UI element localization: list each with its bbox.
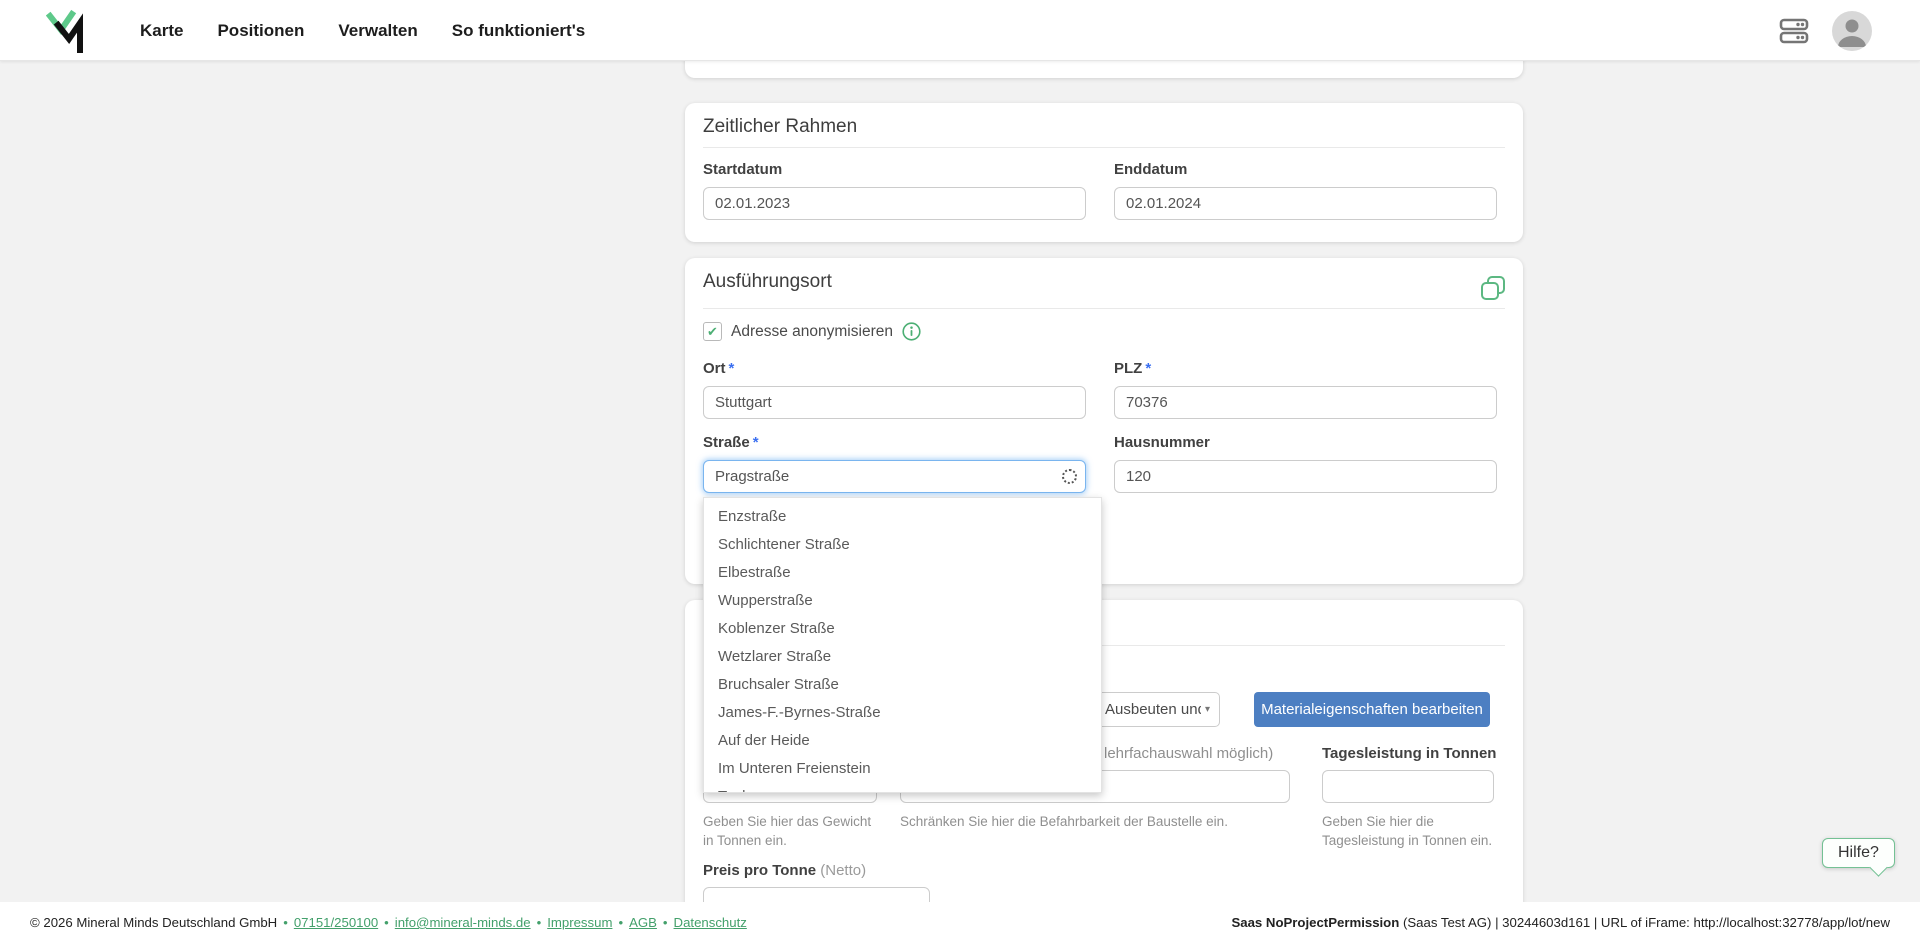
footer-link[interactable]: AGB bbox=[629, 915, 657, 930]
ort-input[interactable] bbox=[703, 386, 1086, 419]
card-title: Zeitlicher Rahmen bbox=[703, 116, 857, 138]
plz-label: PLZ* bbox=[1114, 360, 1151, 377]
copy-icon[interactable] bbox=[1479, 274, 1507, 302]
card-title: Ausführungsort bbox=[703, 271, 832, 293]
footer-link[interactable]: Datenschutz bbox=[674, 915, 747, 930]
person-icon bbox=[1832, 11, 1872, 51]
nav-item[interactable]: So funktioniert's bbox=[452, 21, 585, 41]
anonymize-row: ✔ Adresse anonymisieren bbox=[703, 322, 921, 341]
gewicht-helper: Geben Sie hier das Gewicht in Tonnen ein… bbox=[703, 812, 873, 850]
hausnummer-label: Hausnummer bbox=[1114, 434, 1210, 451]
divider bbox=[703, 147, 1505, 148]
nav-icons bbox=[1778, 0, 1872, 61]
street-suggestion[interactable]: Auf der Heide bbox=[704, 727, 1101, 755]
anonymize-label: Adresse anonymisieren bbox=[731, 323, 893, 341]
startdatum-label: Startdatum bbox=[703, 161, 782, 178]
loading-spinner-icon bbox=[1062, 469, 1077, 484]
bullet-separator: • bbox=[537, 915, 542, 930]
top-navbar: Karte Positionen Verwalten So funktionie… bbox=[0, 0, 1920, 61]
tagesleistung-helper: Geben Sie hier die Tagesleistung in Tonn… bbox=[1322, 812, 1502, 850]
street-suggestion[interactable]: Schlichtener Straße bbox=[704, 531, 1101, 559]
tagesleistung-label: Tagesleistung in Tonnen bbox=[1322, 745, 1496, 762]
divider bbox=[703, 308, 1505, 309]
street-suggestions-dropdown: Enzstraße Schlichtener Straße Elbestraße… bbox=[703, 497, 1102, 793]
ausbeuten-select[interactable]: Ausbeuten und... ▾ bbox=[1095, 692, 1220, 727]
ort-label: Ort* bbox=[703, 360, 734, 377]
street-suggestion[interactable]: Bruchsaler Straße bbox=[704, 671, 1101, 699]
nav-links: Karte Positionen Verwalten So funktionie… bbox=[140, 0, 585, 61]
card-reader-icon[interactable] bbox=[1778, 17, 1810, 45]
footer: © 2026 Mineral Minds Deutschland GmbH • … bbox=[0, 902, 1920, 943]
bullet-separator: • bbox=[283, 915, 288, 930]
strasse-input[interactable] bbox=[703, 460, 1086, 493]
footer-env-info: Saas NoProjectPermission (Saas Test AG) … bbox=[1231, 915, 1890, 930]
select-value: Ausbeuten und... bbox=[1105, 701, 1201, 718]
env-name: Saas NoProjectPermission bbox=[1231, 915, 1399, 930]
street-suggestion[interactable]: Koblenzer Straße bbox=[704, 615, 1101, 643]
street-suggestion[interactable]: James-F.-Byrnes-Straße bbox=[704, 699, 1101, 727]
tagesleistung-input[interactable] bbox=[1322, 770, 1494, 803]
bullet-separator: • bbox=[663, 915, 668, 930]
street-suggestion[interactable]: Elbestraße bbox=[704, 559, 1101, 587]
preis-suffix: (Netto) bbox=[820, 862, 866, 879]
mineral-minds-logo[interactable] bbox=[46, 9, 88, 53]
required-asterisk: * bbox=[729, 360, 735, 377]
help-button[interactable]: Hilfe? bbox=[1822, 838, 1895, 868]
card-zeitlicher-rahmen: Zeitlicher Rahmen Startdatum Enddatum bbox=[685, 103, 1523, 242]
street-suggestion[interactable]: Tauberweg bbox=[704, 783, 1101, 793]
street-suggestion[interactable]: Enzstraße bbox=[704, 503, 1101, 531]
startdatum-input[interactable] bbox=[703, 187, 1086, 220]
enddatum-label: Enddatum bbox=[1114, 161, 1187, 178]
nav-item[interactable]: Karte bbox=[140, 21, 183, 41]
footer-link[interactable]: 07151/250100 bbox=[294, 915, 378, 930]
avatar[interactable] bbox=[1832, 11, 1872, 51]
page: Zeitlicher Rahmen Startdatum Enddatum Au… bbox=[0, 0, 1920, 943]
hausnummer-input[interactable] bbox=[1114, 460, 1497, 493]
nav-item[interactable]: Positionen bbox=[217, 21, 304, 41]
info-icon[interactable] bbox=[902, 322, 921, 341]
befahrbarkeit-label-partial: lehrfachauswahl möglich) bbox=[1104, 745, 1273, 762]
chevron-down-icon: ▾ bbox=[1205, 704, 1210, 715]
copyright-text: © 2026 Mineral Minds Deutschland GmbH bbox=[30, 915, 277, 930]
plz-input[interactable] bbox=[1114, 386, 1497, 419]
enddatum-input[interactable] bbox=[1114, 187, 1497, 220]
preis-label: Preis pro Tonne (Netto) bbox=[703, 862, 866, 879]
required-asterisk: * bbox=[753, 434, 759, 451]
street-suggestion[interactable]: Wetzlarer Straße bbox=[704, 643, 1101, 671]
check-icon: ✔ bbox=[707, 324, 718, 340]
anonymize-checkbox[interactable]: ✔ bbox=[703, 322, 722, 341]
street-suggestion[interactable]: Wupperstraße bbox=[704, 587, 1101, 615]
env-details: (Saas Test AG) | 30244603d161 | URL of i… bbox=[1399, 915, 1890, 930]
street-suggestion[interactable]: Im Unteren Freienstein bbox=[704, 755, 1101, 783]
required-asterisk: * bbox=[1145, 360, 1151, 377]
bullet-separator: • bbox=[384, 915, 389, 930]
befahrbarkeit-helper: Schränken Sie hier die Befahrbarkeit der… bbox=[900, 812, 1330, 831]
materialeigenschaften-button[interactable]: Materialeigenschaften bearbeiten bbox=[1254, 692, 1490, 727]
strasse-label: Straße* bbox=[703, 434, 759, 451]
footer-link[interactable]: Impressum bbox=[547, 915, 612, 930]
bullet-separator: • bbox=[618, 915, 623, 930]
nav-item[interactable]: Verwalten bbox=[338, 21, 417, 41]
footer-left: © 2026 Mineral Minds Deutschland GmbH • … bbox=[30, 915, 747, 930]
footer-link[interactable]: info@mineral-minds.de bbox=[395, 915, 531, 930]
